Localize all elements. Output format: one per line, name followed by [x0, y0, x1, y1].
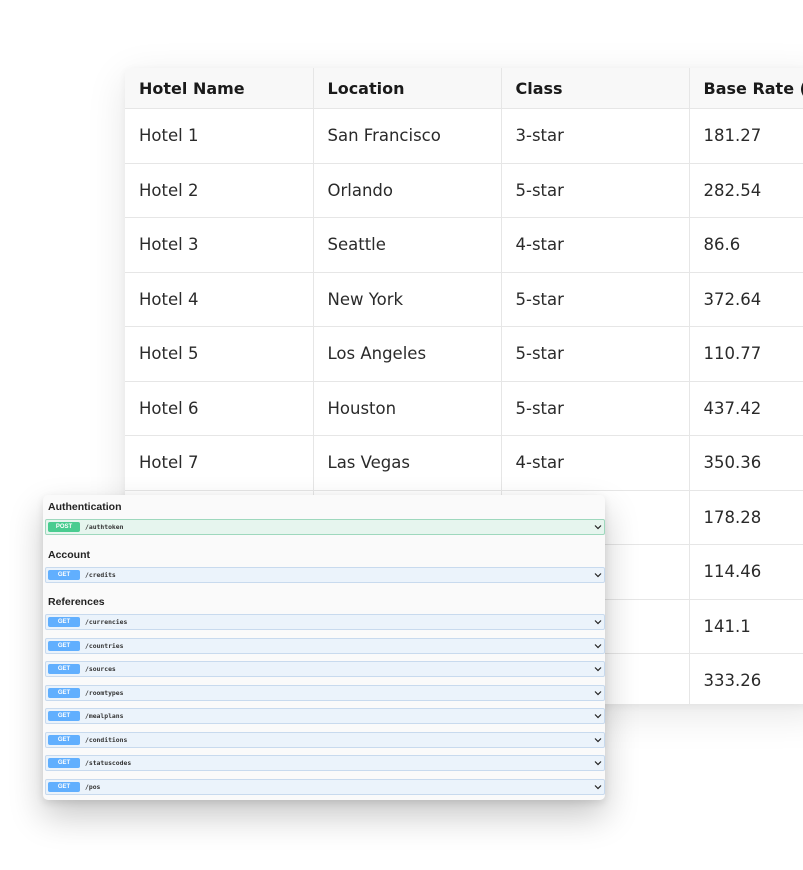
- endpoint-path: /statuscodes: [85, 759, 132, 767]
- chevron-down-icon[interactable]: [593, 522, 603, 532]
- cell-base-rate: 181.27: [689, 108, 803, 164]
- cell-class: 4-star: [501, 435, 690, 491]
- endpoint-path: /conditions: [85, 735, 128, 744]
- cell-location: San Francisco: [313, 108, 502, 164]
- method-badge: GET: [48, 687, 80, 698]
- chevron-down-icon[interactable]: [593, 664, 603, 674]
- cell-class: 5-star: [501, 326, 690, 382]
- endpoint-path: /mealplans: [85, 712, 124, 720]
- endpoint-path: /authtoken: [85, 523, 124, 531]
- operation-get-conditions[interactable]: GET /conditions: [45, 731, 605, 748]
- endpoint-path: /sources: [85, 665, 116, 673]
- cell-hotel-name: Hotel 7: [125, 435, 314, 491]
- operation-get-mealplans[interactable]: GET /mealplans: [45, 708, 605, 724]
- method-badge: GET: [48, 640, 80, 651]
- table-row: Hotel 4 New York 5-star 372.64: [125, 272, 803, 327]
- method-badge: GET: [48, 781, 80, 792]
- operation-get-pos[interactable]: GET /pos: [45, 778, 605, 795]
- cell-location: Los Angeles: [313, 326, 502, 382]
- column-header-hotel-name[interactable]: Hotel Name: [125, 68, 314, 109]
- chevron-down-icon[interactable]: [593, 570, 603, 580]
- chevron-down-icon[interactable]: [593, 735, 603, 745]
- cell-class: 5-star: [501, 163, 690, 218]
- column-header-base-rate[interactable]: Base Rate (U: [689, 68, 803, 109]
- method-badge: GET: [48, 758, 80, 768]
- cell-class: 5-star: [501, 381, 690, 436]
- cell-base-rate: 282.54: [689, 163, 803, 218]
- endpoint-path: /countries: [85, 641, 124, 650]
- cell-class: 4-star: [501, 217, 690, 273]
- column-header-location[interactable]: Location: [313, 68, 502, 109]
- cell-base-rate: 350.36: [689, 435, 803, 491]
- operation-get-statuscodes[interactable]: GET /statuscodes: [45, 755, 605, 771]
- method-badge: GET: [48, 569, 80, 580]
- operation-get-roomtypes[interactable]: GET /roomtypes: [45, 684, 605, 701]
- method-badge: GET: [48, 664, 80, 674]
- chevron-down-icon[interactable]: [593, 711, 603, 721]
- chevron-down-icon[interactable]: [593, 641, 603, 651]
- cell-hotel-name: Hotel 2: [125, 163, 314, 218]
- section-title-references: References: [48, 596, 105, 608]
- cell-base-rate: 178.28: [689, 490, 803, 545]
- method-badge: GET: [48, 734, 80, 745]
- operation-get-sources[interactable]: GET /sources: [45, 661, 605, 677]
- chevron-down-icon[interactable]: [593, 617, 603, 627]
- chevron-down-icon[interactable]: [593, 688, 603, 698]
- chevron-down-icon[interactable]: [593, 758, 603, 768]
- table-row: Hotel 6 Houston 5-star 437.42: [125, 381, 803, 436]
- table-row: Hotel 7 Las Vegas 4-star 350.36: [125, 435, 803, 491]
- cell-hotel-name: Hotel 1: [125, 108, 314, 164]
- endpoint-path: /credits: [85, 570, 116, 579]
- chevron-down-icon[interactable]: [593, 782, 603, 792]
- column-header-class[interactable]: Class: [501, 68, 690, 109]
- endpoint-path: /currencies: [85, 618, 128, 626]
- operation-post-authtoken[interactable]: POST /authtoken: [45, 519, 605, 535]
- cell-location: Houston: [313, 381, 502, 436]
- cell-location: Orlando: [313, 163, 502, 218]
- cell-location: New York: [313, 272, 502, 327]
- cell-hotel-name: Hotel 4: [125, 272, 314, 327]
- cell-base-rate: 333.26: [689, 653, 803, 704]
- operation-get-credits[interactable]: GET /credits: [45, 566, 605, 583]
- operation-get-countries[interactable]: GET /countries: [45, 637, 605, 654]
- operation-get-currencies[interactable]: GET /currencies: [45, 614, 605, 630]
- table-row: Hotel 1 San Francisco 3-star 181.27: [125, 108, 803, 164]
- cell-base-rate: 86.6: [689, 217, 803, 273]
- section-title-account: Account: [48, 548, 90, 561]
- table-row: Hotel 2 Orlando 5-star 282.54: [125, 163, 803, 218]
- cell-hotel-name: Hotel 6: [125, 381, 314, 436]
- section-title-authentication: Authentication: [48, 501, 122, 513]
- api-endpoints-panel: Authentication POST /authtoken Account G…: [43, 495, 605, 800]
- endpoint-path: /roomtypes: [85, 688, 124, 697]
- table-row: Hotel 5 Los Angeles 5-star 110.77: [125, 326, 803, 382]
- cell-location: Las Vegas: [313, 435, 502, 491]
- cell-hotel-name: Hotel 3: [125, 217, 314, 273]
- cell-class: 3-star: [501, 108, 690, 164]
- cell-base-rate: 141.1: [689, 599, 803, 654]
- method-badge: POST: [48, 522, 80, 532]
- method-badge: GET: [48, 711, 80, 721]
- cell-class: 5-star: [501, 272, 690, 327]
- table-row: Hotel 3 Seattle 4-star 86.6: [125, 217, 803, 273]
- method-badge: GET: [48, 617, 80, 627]
- table-header-row: Hotel Name Location Class Base Rate (U: [125, 68, 803, 109]
- cell-base-rate: 437.42: [689, 381, 803, 436]
- endpoint-path: /pos: [85, 782, 101, 791]
- cell-location: Seattle: [313, 217, 502, 273]
- cell-base-rate: 110.77: [689, 326, 803, 382]
- cell-base-rate: 372.64: [689, 272, 803, 327]
- cell-hotel-name: Hotel 5: [125, 326, 314, 382]
- cell-base-rate: 114.46: [689, 544, 803, 600]
